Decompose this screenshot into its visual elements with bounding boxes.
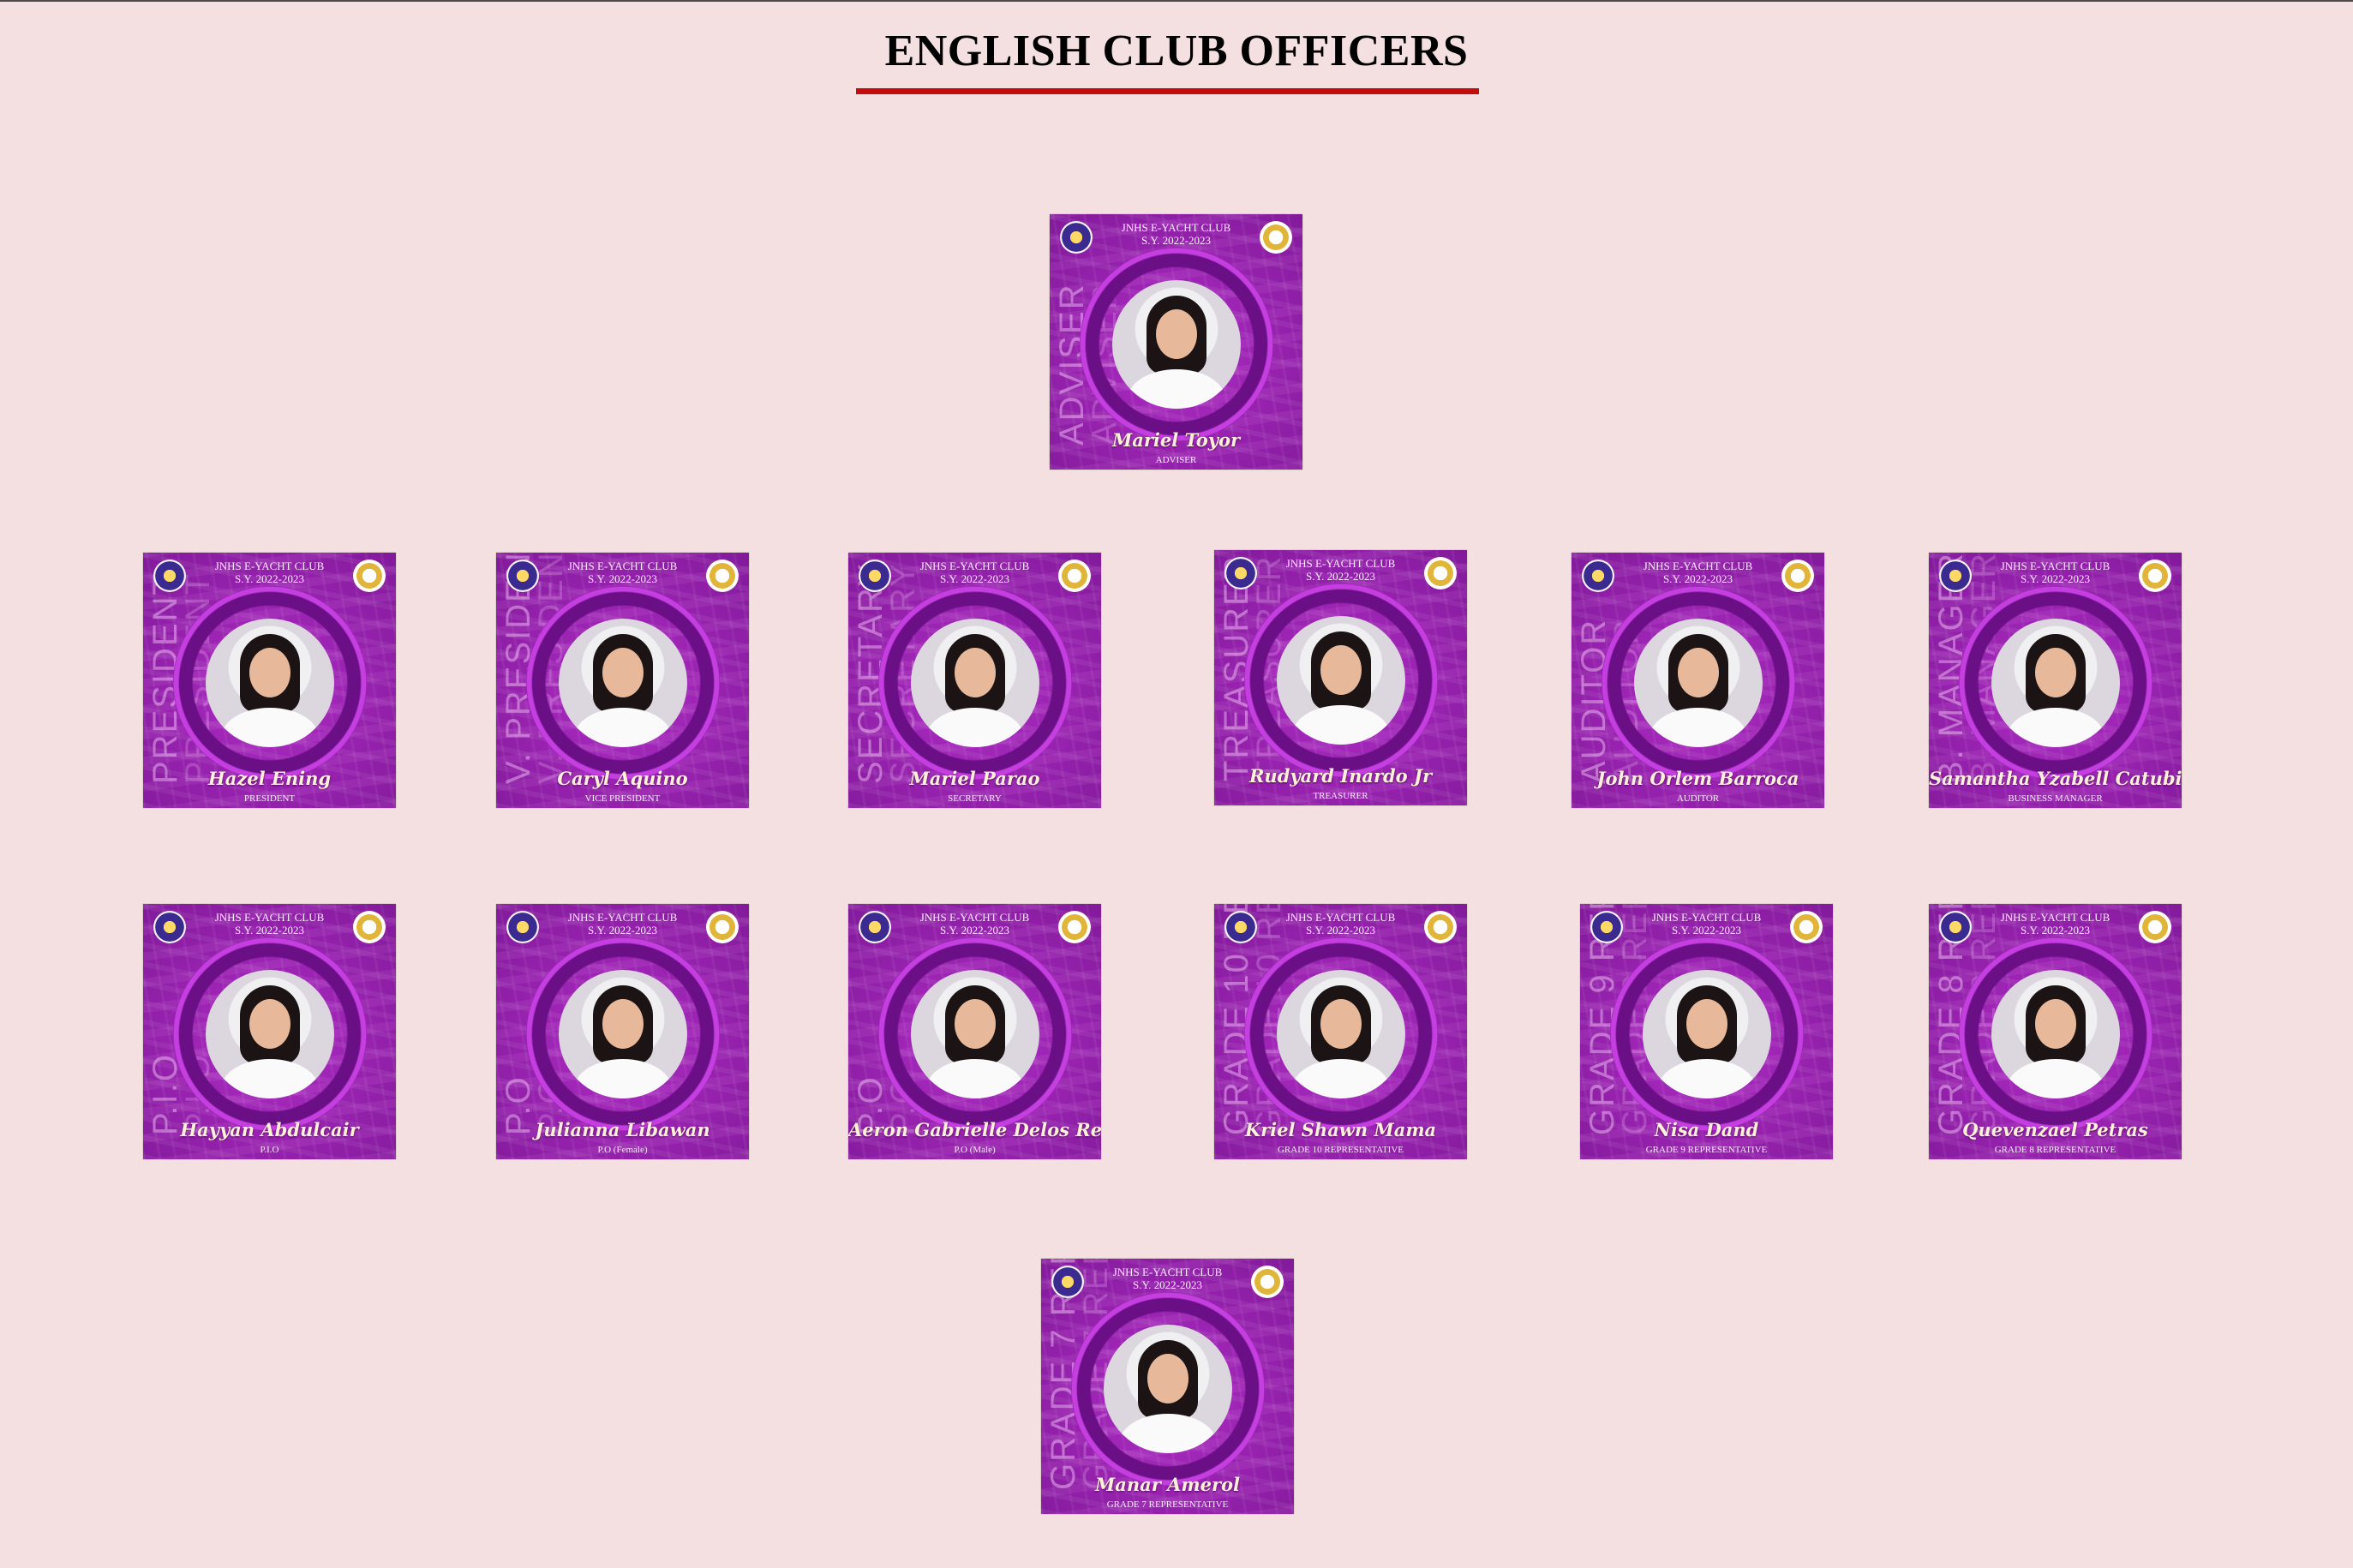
officer-role: BUSINESS MANAGER <box>2008 793 2103 804</box>
officer-photo[interactable] <box>205 970 334 1098</box>
title-underline <box>856 88 1479 94</box>
officer-name: Mariel Parao <box>909 768 1040 789</box>
officer-photo[interactable] <box>1276 970 1405 1098</box>
officer-card-business-manager: B. MANAGER B. MANAGER JNHS E-YACHT CLUBS… <box>1929 553 2182 808</box>
officer-name: Caryl Aquino <box>557 768 688 789</box>
club-header: JNHS E-YACHT CLUB S.Y. 2022-2023 <box>567 911 678 937</box>
officer-photo[interactable] <box>558 970 687 1098</box>
officer-card-vice-president: V. PRESIDENT V. PRESIDENT JNHS E-YACHT C… <box>496 553 749 808</box>
officer-name: Kriel Shawn Mama <box>1244 1119 1437 1140</box>
officer-card-treasurer: TREASURER TREASURER JNHS E-YACHT CLUBS.Y… <box>1214 550 1467 805</box>
club-header: JNHS E-YACHT CLUB S.Y. 2022-2023 <box>1285 557 1396 583</box>
club-header: JNHS E-YACHT CLUB S.Y. 2022-2023 <box>1112 1266 1223 1291</box>
officer-card-grade7-rep: GRADE 7 REP GRADE 7 REP JNHS E-YACHT CLU… <box>1041 1259 1294 1514</box>
club-header: JNHS E-YACHT CLUB S.Y. 2022-2023 <box>1643 560 1753 585</box>
club-header: JNHS E-YACHT CLUB S.Y. 2022-2023 <box>214 911 325 937</box>
officer-name: John Orlem Barroca <box>1596 768 1799 789</box>
officer-card-president: PRESIDENT PRESIDENT JNHS E-YACHT CLUBS.Y… <box>143 553 396 808</box>
officer-role: P.I.O <box>260 1145 279 1155</box>
officer-photo[interactable] <box>1111 280 1241 409</box>
officer-photo[interactable] <box>1103 1325 1232 1453</box>
officer-photo[interactable] <box>910 970 1039 1098</box>
officer-role: P.O (Female) <box>597 1145 648 1155</box>
officer-name: Hazel Ening <box>207 768 332 789</box>
officer-photo[interactable] <box>558 619 687 747</box>
officer-name: Mariel Toyor <box>1111 429 1241 451</box>
officer-card-po-male: P.O P.O JNHS E-YACHT CLUB S.Y. 2022-2023 … <box>848 904 1101 1159</box>
club-header: JNHS E-YACHT CLUB S.Y. 2022-2023 <box>1121 221 1231 247</box>
officer-photo[interactable] <box>1276 616 1405 745</box>
club-header: JNHS E-YACHT CLUB S.Y. 2022-2023 <box>919 911 1030 937</box>
officer-role: SECRETARY <box>948 793 1002 804</box>
officer-role: PRESIDENT <box>243 793 296 804</box>
officer-role: VICE PRESIDENT <box>584 793 661 804</box>
officer-role: TREASURER <box>1313 791 1368 801</box>
officer-role: ADVISER <box>1155 455 1197 465</box>
officer-name: Aeron Gabrielle Delos Reyes <box>848 1119 1101 1140</box>
club-header: JNHS E-YACHT CLUB S.Y. 2022-2023 <box>214 560 325 585</box>
officer-photo[interactable] <box>1991 619 2120 747</box>
officer-role: GRADE 9 REPRESENTATIVE <box>1645 1145 1768 1155</box>
officer-card-auditor: AUDITOR AUDITOR JNHS E-YACHT CLUBS.Y. 20… <box>1572 553 1824 808</box>
officer-name: Hayyan Abdulcair <box>180 1119 359 1140</box>
officer-card-adviser: ADVISER ADVISER JNHS E-YACHT CLUBS.Y. 20… <box>1050 214 1302 470</box>
club-header: JNHS E-YACHT CLUB S.Y. 2022-2023 <box>2000 911 2111 937</box>
officer-role: P.O (Male) <box>954 1145 996 1155</box>
officer-card-pio: P.I.O P.I.O JNHS E-YACHT CLUBS.Y. 2022-2… <box>143 904 396 1159</box>
officer-photo[interactable] <box>1633 619 1763 747</box>
club-header: JNHS E-YACHT CLUB S.Y. 2022-2023 <box>1285 911 1396 937</box>
officer-role: AUDITOR <box>1676 793 1720 804</box>
officer-name: Quevenzael Petras <box>1962 1119 2148 1140</box>
officer-card-secretary: SECRETARY SECRETARY JNHS E-YACHT CLUBS.Y… <box>848 553 1101 808</box>
officer-card-grade10-rep: GRADE 10 REP GRADE 10 REP JNHS E-YACHT C… <box>1214 904 1467 1159</box>
officer-role: GRADE 10 REPRESENTATIVE <box>1277 1145 1404 1155</box>
officer-role: GRADE 7 REPRESENTATIVE <box>1106 1499 1229 1510</box>
officer-photo[interactable] <box>1642 970 1771 1098</box>
officer-role: GRADE 8 REPRESENTATIVE <box>1994 1145 2117 1155</box>
club-header: JNHS E-YACHT CLUB S.Y. 2022-2023 <box>567 560 678 585</box>
officer-name: Manar Amerol <box>1094 1474 1241 1495</box>
officer-photo[interactable] <box>910 619 1039 747</box>
officer-photo[interactable] <box>205 619 334 747</box>
club-header: JNHS E-YACHT CLUB S.Y. 2022-2023 <box>919 560 1030 585</box>
officer-card-grade8-rep: GRADE 8 REP GRADE 8 REP JNHS E-YACHT CLU… <box>1929 904 2182 1159</box>
officer-name: Samantha Yzabell Catubig <box>1929 768 2182 789</box>
officer-card-po-female: P.O P.O JNHS E-YACHT CLUB S.Y. 2022-2023 … <box>496 904 749 1159</box>
officer-name: Nisa Dand <box>1654 1119 1759 1140</box>
officer-photo[interactable] <box>1991 970 2120 1098</box>
club-header: JNHS E-YACHT CLUB S.Y. 2022-2023 <box>2000 560 2111 585</box>
club-header: JNHS E-YACHT CLUB S.Y. 2022-2023 <box>1651 911 1762 937</box>
page-title: ENGLISH CLUB OFFICERS <box>884 27 1469 75</box>
officer-card-grade9-rep: GRADE 9 REP GRADE 9 REP JNHS E-YACHT CLU… <box>1580 904 1833 1159</box>
officer-name: Julianna Libawan <box>535 1119 710 1140</box>
officer-name: Rudyard Inardo Jr <box>1248 765 1433 787</box>
